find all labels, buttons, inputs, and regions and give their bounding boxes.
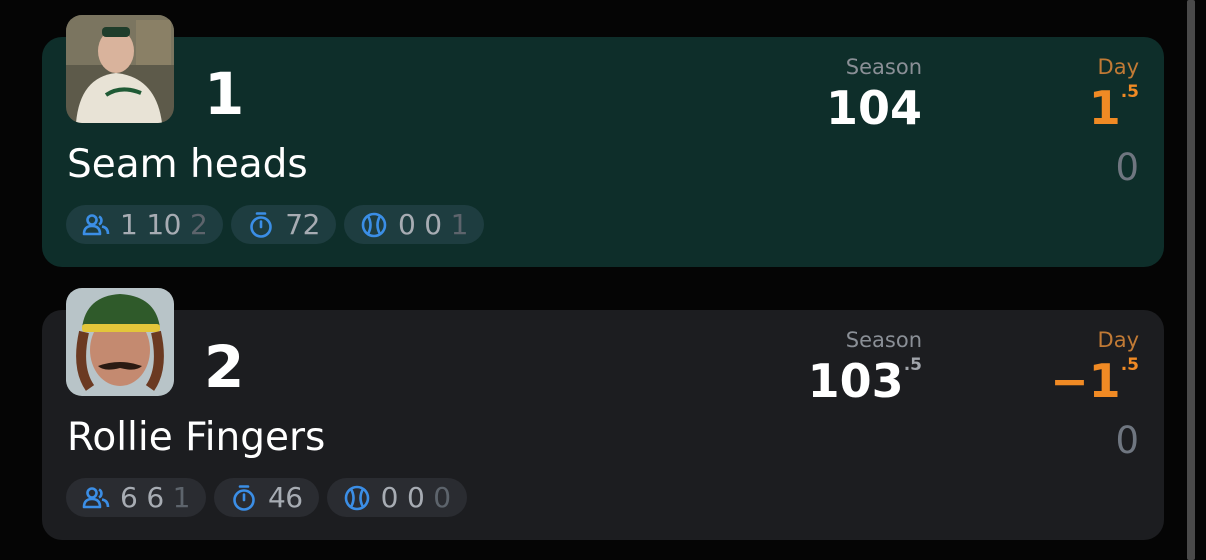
day-points-fraction: .5 — [1120, 355, 1139, 375]
stopwatch-icon — [233, 484, 255, 511]
stopwatch-icon — [250, 211, 273, 238]
stat-pills: 1 10 2 72 0 0 1 — [66, 205, 484, 244]
season-label: Season — [845, 55, 922, 79]
day-label: Day — [1097, 55, 1139, 79]
day-points-whole: 1 — [1088, 81, 1121, 135]
baseball-icon — [344, 485, 369, 510]
baseball-pill[interactable]: 0 0 0 — [326, 478, 467, 517]
ball-value-2: 0 — [406, 480, 425, 514]
player-avatar-icon — [66, 288, 174, 396]
day-points: −1.5 — [1050, 355, 1139, 405]
rank: 1 — [204, 60, 245, 128]
timer-pill[interactable]: 46 — [213, 478, 319, 517]
players-value-1: 1 — [120, 207, 138, 241]
team-name[interactable]: Seam heads — [67, 145, 308, 184]
timer-value: 72 — [285, 207, 320, 241]
rank: 2 — [204, 333, 245, 401]
baseball-pill[interactable]: 0 0 1 — [343, 205, 484, 244]
season-points-fraction: .5 — [903, 355, 922, 375]
users-icon — [82, 486, 110, 508]
ball-value-3: 1 — [450, 207, 469, 241]
team-name[interactable]: Rollie Fingers — [67, 418, 325, 457]
season-points-whole: 104 — [825, 81, 922, 135]
ball-value-2: 0 — [424, 207, 442, 241]
day-label: Day — [1097, 328, 1139, 352]
ball-value-1: 0 — [380, 480, 399, 514]
timer-pill[interactable]: 72 — [231, 205, 336, 244]
manager-avatar-icon — [66, 15, 174, 123]
users-icon — [82, 213, 110, 235]
season-points-whole: 103 — [807, 354, 904, 408]
day-points: 1.5 — [1089, 82, 1139, 132]
team-avatar[interactable] — [66, 288, 174, 396]
day-points-whole: −1 — [1050, 354, 1121, 408]
day-secondary-value: 0 — [1115, 419, 1139, 462]
ball-value-3: 0 — [433, 480, 451, 514]
day-secondary-value: 0 — [1115, 146, 1139, 189]
players-value-2: 10 — [146, 207, 181, 241]
players-value-1: 6 — [120, 480, 138, 514]
team-avatar[interactable] — [66, 15, 174, 123]
season-points: 103.5 — [808, 355, 922, 405]
scrollbar[interactable] — [1187, 0, 1195, 560]
players-value-2: 6 — [146, 480, 164, 514]
team-card-1[interactable]: 1 Seam heads Season 104 Day 1.5 0 1 10 2 — [42, 15, 1164, 267]
day-points-fraction: .5 — [1120, 82, 1139, 102]
players-value-3: 1 — [172, 480, 191, 514]
players-pill[interactable]: 1 10 2 — [66, 205, 224, 244]
season-points: 104 — [826, 85, 922, 131]
players-value-3: 2 — [189, 207, 208, 241]
players-pill[interactable]: 6 6 1 — [66, 478, 206, 517]
timer-value: 46 — [267, 480, 303, 514]
baseball-icon — [361, 212, 387, 237]
team-card-2[interactable]: 2 Rollie Fingers Season 103.5 Day −1.5 0… — [42, 288, 1164, 540]
season-label: Season — [845, 328, 922, 352]
stat-pills: 6 6 1 46 0 0 0 — [66, 478, 467, 517]
ball-value-1: 0 — [397, 207, 416, 241]
